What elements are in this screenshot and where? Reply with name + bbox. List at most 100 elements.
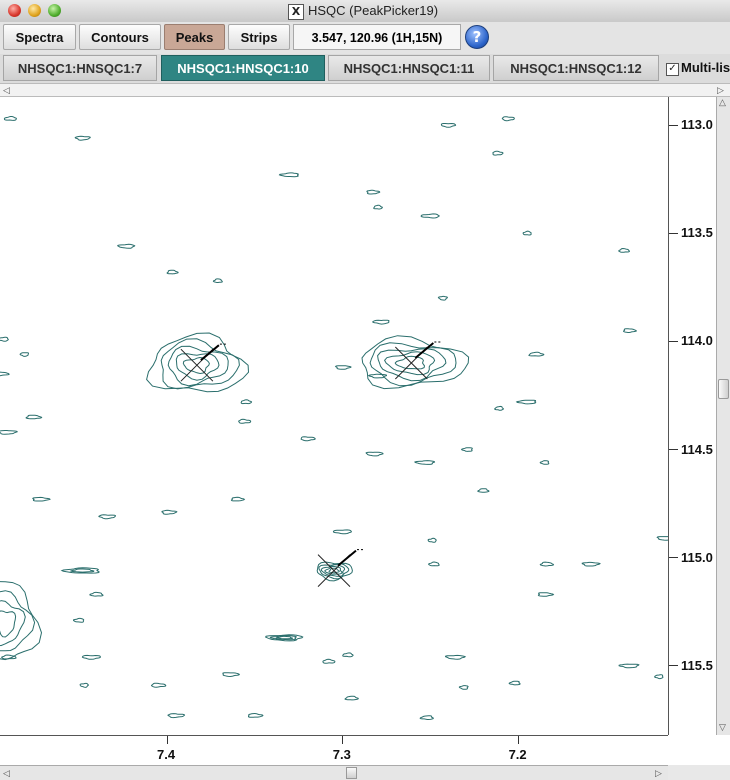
y-tick	[669, 124, 678, 126]
noise-contour	[79, 682, 89, 688]
multi-list-checkbox[interactable]: ✓	[666, 63, 679, 76]
noise-contour	[3, 116, 17, 121]
strips-button[interactable]: Strips	[228, 24, 290, 50]
noise-contour	[366, 189, 381, 195]
noise-contour	[322, 658, 336, 664]
noise-contour	[0, 371, 10, 377]
noise-contour	[427, 561, 440, 567]
y-tick-label: 114.0	[681, 333, 713, 349]
peak-list-tabs: NHSQC1:HNSQC1:7 NHSQC1:HNSQC1:10 NHSQC1:…	[0, 54, 730, 83]
y-tick-label: 115.5	[681, 657, 713, 673]
x-tick-label: 7.2	[508, 747, 527, 762]
noise-contour	[537, 592, 555, 597]
y-tick	[669, 665, 678, 667]
scroll-down-arrow-icon[interactable]: ▽	[719, 721, 726, 733]
noise-contour	[166, 269, 179, 275]
peak-contour	[0, 590, 36, 652]
y-tick	[669, 557, 678, 559]
help-icon[interactable]: ?	[465, 25, 489, 49]
axis-corner	[668, 735, 730, 765]
noise-contour	[81, 654, 101, 660]
noise-contour	[344, 695, 359, 701]
noise-contour	[477, 488, 490, 493]
noise-contour	[460, 447, 473, 452]
y-tick	[669, 340, 678, 342]
noise-contour	[522, 230, 532, 236]
vertical-scrollbar[interactable]: △ ▽	[716, 97, 730, 735]
noise-contour	[25, 414, 43, 420]
scroll-up-arrow-icon[interactable]: △	[719, 96, 726, 108]
tab-hnsqc1-12[interactable]: NHSQC1:HNSQC1:12	[493, 55, 659, 81]
tab-hnsqc1-10[interactable]: NHSQC1:HNSQC1:10	[161, 55, 325, 81]
noise-contour	[427, 537, 437, 543]
noise-contour	[539, 561, 555, 567]
peak-contour	[69, 568, 95, 573]
noise-contour	[365, 451, 384, 457]
noise-contour	[98, 514, 117, 520]
vertical-scroll-thumb[interactable]	[718, 379, 729, 399]
noise-contour	[161, 509, 178, 515]
peak-contour	[383, 351, 436, 376]
noise-contour	[19, 352, 30, 357]
noise-contour	[515, 399, 537, 405]
y-tick-label: 114.5	[681, 441, 713, 457]
minimize-window-button[interactable]	[28, 4, 41, 17]
y-tick	[669, 232, 678, 234]
x-axis: 7.4 7.3 7.2	[0, 735, 668, 765]
scroll-right-bottom-arrow-icon[interactable]: ▷	[655, 767, 662, 779]
tab-hnsqc1-7[interactable]: NHSQC1:HNSQC1:7	[3, 55, 157, 81]
contours-button[interactable]: Contours	[79, 24, 161, 50]
top-horizontal-scrollbar[interactable]: ◁ ▷	[0, 83, 730, 97]
noise-contour	[458, 685, 469, 690]
peaks-button[interactable]: Peaks	[164, 24, 225, 50]
x-tick-label: 7.4	[157, 747, 176, 762]
close-window-button[interactable]	[8, 4, 21, 17]
noise-contour	[373, 204, 383, 210]
noise-contour	[528, 351, 545, 357]
y-tick-label: 115.0	[681, 549, 713, 565]
zoom-window-button[interactable]	[48, 4, 61, 17]
x-tick	[166, 736, 168, 744]
noise-contour	[437, 295, 449, 301]
x-tick	[518, 736, 520, 744]
spectrum-plot-area[interactable]	[0, 97, 668, 735]
multi-list-label: Multi-list	[681, 60, 730, 75]
y-tick-label: 113.0	[681, 117, 713, 133]
noise-contour	[367, 373, 387, 379]
cursor-position-readout: 3.547, 120.96 (1H,15N)	[293, 24, 461, 50]
spectra-button[interactable]: Spectra	[3, 24, 76, 50]
scroll-left-arrow-icon[interactable]: ◁	[3, 84, 10, 96]
scroll-right-arrow-icon[interactable]: ▷	[717, 84, 724, 96]
peak-contour	[0, 581, 43, 661]
noise-contour	[248, 712, 264, 718]
noise-contour	[74, 135, 91, 141]
noise-contour	[623, 328, 637, 333]
x-tick-label: 7.3	[332, 747, 351, 762]
bottom-horizontal-scrollbar[interactable]: ◁ ▷	[0, 765, 668, 780]
scroll-left-bottom-arrow-icon[interactable]: ◁	[3, 767, 10, 779]
noise-contour	[618, 247, 630, 253]
noise-contour	[618, 663, 640, 669]
noise-contour	[508, 680, 521, 686]
noise-contour	[73, 617, 85, 623]
x-tick	[342, 736, 344, 744]
noise-contour	[0, 336, 9, 342]
noise-contour	[656, 536, 668, 541]
noise-contour	[501, 116, 515, 122]
horizontal-scroll-thumb[interactable]	[346, 767, 357, 779]
noise-contour	[654, 674, 664, 680]
y-tick	[669, 449, 678, 451]
noise-contour	[240, 399, 253, 405]
noise-contour	[230, 496, 246, 502]
y-axis: 113.0 113.5 114.0 114.5 115.0 115.5	[668, 97, 716, 735]
toolbar: Spectra Contours Peaks Strips 3.547, 120…	[0, 22, 730, 54]
noise-contour	[332, 529, 352, 535]
noise-contour	[150, 682, 167, 688]
noise-contour	[212, 278, 223, 283]
noise-contour	[494, 405, 505, 411]
noise-contour	[420, 213, 440, 219]
contour-plot[interactable]	[0, 97, 668, 735]
peak-contour	[0, 610, 17, 638]
noise-contour	[167, 713, 186, 719]
tab-hnsqc1-11[interactable]: NHSQC1:HNSQC1:11	[328, 55, 490, 81]
